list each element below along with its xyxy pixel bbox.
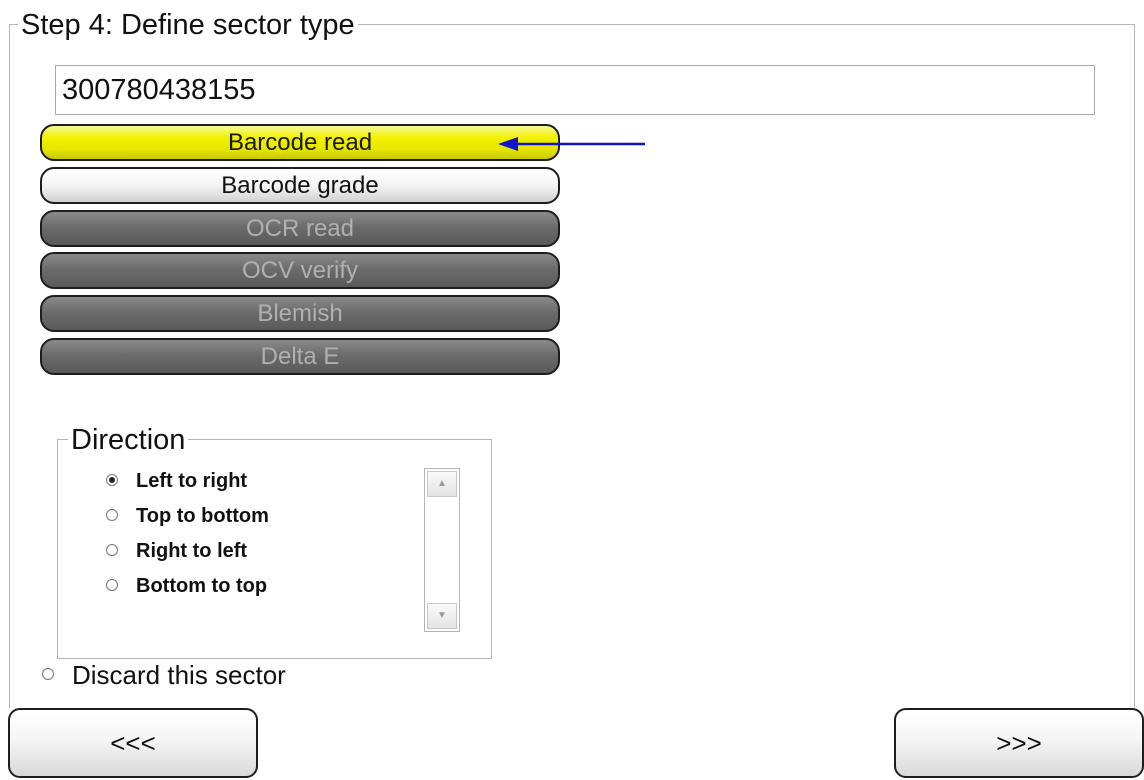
pointer-arrow-icon bbox=[498, 137, 645, 151]
step-title: Step 4: Define sector type bbox=[18, 8, 358, 42]
scroll-up-icon[interactable]: ▲ bbox=[427, 471, 457, 497]
radio-unchecked-icon bbox=[106, 543, 118, 556]
code-input[interactable] bbox=[55, 65, 1095, 115]
scroll-down-icon[interactable]: ▼ bbox=[427, 603, 457, 629]
direction-option-label: Left to right bbox=[136, 470, 248, 492]
radio-unchecked-icon bbox=[106, 578, 118, 591]
direction-list: Left to right Top to bottom Right to lef… bbox=[100, 462, 420, 597]
radio-unchecked-icon bbox=[106, 508, 118, 521]
direction-option-label: Right to left bbox=[136, 540, 248, 562]
back-button[interactable]: <<< bbox=[8, 708, 258, 778]
blemish-button: Blemish bbox=[40, 295, 560, 332]
direction-option-label: Bottom to top bbox=[136, 575, 268, 597]
radio-checked-icon bbox=[106, 473, 118, 486]
delta-e-button: Delta E bbox=[40, 338, 560, 375]
barcode-read-button[interactable]: Barcode read bbox=[40, 124, 560, 161]
direction-option-bottom-to-top[interactable]: Bottom to top bbox=[106, 573, 267, 597]
ocr-read-button: OCR read bbox=[40, 210, 560, 247]
ocv-verify-button: OCV verify bbox=[40, 252, 560, 289]
direction-option-right-to-left[interactable]: Right to left bbox=[106, 538, 247, 564]
direction-title: Direction bbox=[68, 423, 189, 457]
barcode-grade-button[interactable]: Barcode grade bbox=[40, 167, 560, 204]
direction-option-left-to-right[interactable]: Left to right bbox=[106, 468, 247, 494]
discard-label: Discard this sector bbox=[72, 660, 286, 690]
radio-unchecked-icon bbox=[42, 668, 54, 681]
define-sector-dialog: Step 4: Define sector type Barcode read … bbox=[0, 0, 1144, 780]
direction-scrollbar[interactable]: ▲ ▼ bbox=[424, 468, 460, 632]
direction-option-label: Top to bottom bbox=[136, 505, 269, 527]
discard-sector-option[interactable]: Discard this sector bbox=[42, 660, 286, 690]
direction-option-top-to-bottom[interactable]: Top to bottom bbox=[106, 503, 269, 529]
next-button[interactable]: >>> bbox=[894, 708, 1144, 778]
